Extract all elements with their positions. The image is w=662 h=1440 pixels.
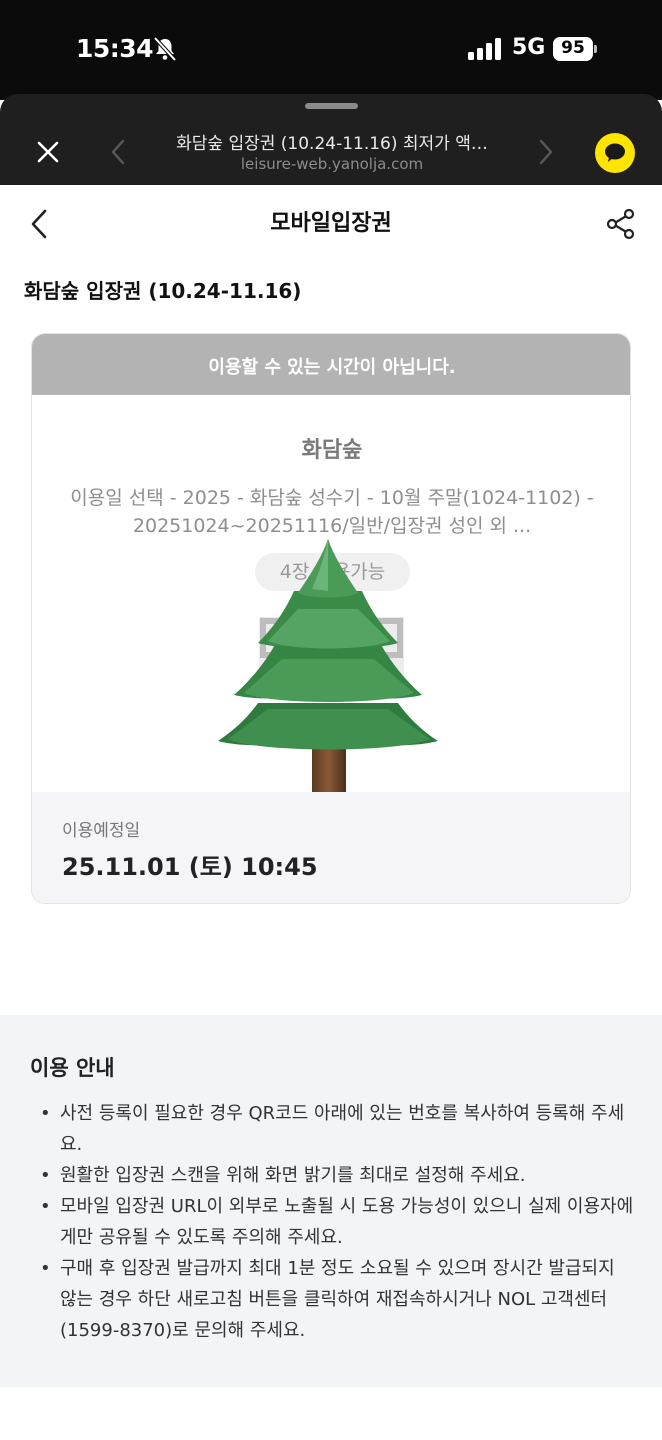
- evergreen-tree-icon: [218, 539, 438, 801]
- visit-date-value: 25.11.01 (토) 10:45: [62, 853, 318, 881]
- battery-level: 95: [561, 38, 585, 58]
- visit-date-label: 이용예정일: [62, 821, 141, 841]
- share-icon[interactable]: [604, 207, 638, 241]
- in-app-browser-bar: 화담숲 입장권 (10.24-11.16) 최저가 액… leisure-web…: [0, 94, 662, 185]
- signal-icon: [468, 38, 501, 60]
- close-icon[interactable]: [34, 138, 62, 166]
- ticket-option-description: 이용일 선택 - 2025 - 화담숲 성수기 - 10월 주말(1024-11…: [70, 487, 594, 537]
- visit-info: 이용예정일 25.11.01 (토) 10:45: [32, 792, 630, 903]
- usage-info-item: 모바일 입장권 URL이 외부로 노출될 시 도용 가능성이 있으니 실제 이용…: [40, 1191, 634, 1253]
- unavailable-banner-text: 이용할 수 있는 시간이 아닙니다.: [208, 357, 456, 378]
- battery-icon: 95: [553, 37, 597, 61]
- usage-info-list: 사전 등록이 필요한 경우 QR코드 아래에 있는 번호를 복사하여 등록해 주…: [40, 1098, 634, 1346]
- usage-info-title: 이용 안내: [30, 1056, 115, 1080]
- usage-info-item: 원활한 입장권 스캔을 위해 화면 밝기를 최대로 설정해 주세요.: [40, 1160, 634, 1191]
- status-time: 15:34: [76, 34, 154, 63]
- network-label: 5G: [512, 35, 546, 60]
- browser-url[interactable]: leisure-web.yanolja.com: [150, 155, 514, 173]
- kakao-chat-icon: [605, 143, 625, 162]
- unavailable-banner: 이용할 수 있는 시간이 아닙니다.: [32, 334, 630, 395]
- chevron-left-icon[interactable]: [108, 138, 128, 166]
- chevron-right-icon[interactable]: [536, 138, 556, 166]
- ticket-name: 화담숲 입장권 (10.24-11.16): [24, 279, 302, 303]
- bell-muted-icon: [153, 36, 177, 62]
- usage-info-section: 이용 안내 사전 등록이 필요한 경우 QR코드 아래에 있는 번호를 복사하여…: [0, 1015, 662, 1387]
- ticket-card: 이용할 수 있는 시간이 아닙니다. 화담숲 이용일 선택 - 2025 - 화…: [31, 333, 631, 904]
- venue-name: 화담숲: [301, 438, 363, 463]
- browser-page-title: 화담숲 입장권 (10.24-11.16) 최저가 액…: [176, 134, 488, 154]
- page-title: 모바일입장권: [270, 211, 392, 236]
- kakao-chat-button[interactable]: [595, 133, 635, 173]
- sheet-grabber[interactable]: [305, 103, 358, 109]
- status-bar: 15:34 5G 95: [0, 0, 662, 100]
- usage-info-item: 사전 등록이 필요한 경우 QR코드 아래에 있는 번호를 복사하여 등록해 주…: [40, 1098, 634, 1160]
- usage-info-item: 구매 후 입장권 발급까지 최대 1분 정도 소요될 수 있으며 장시간 발급되…: [40, 1253, 634, 1346]
